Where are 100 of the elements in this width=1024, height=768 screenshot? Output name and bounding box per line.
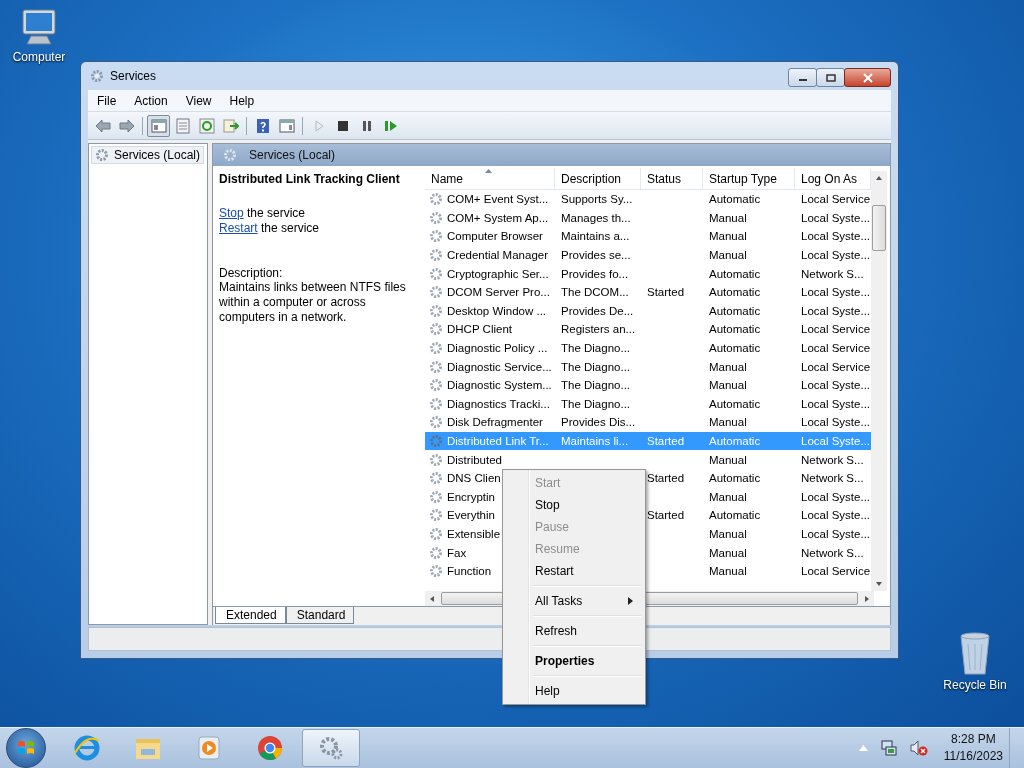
table-cell: Extensible [447,528,501,540]
browser-icon [72,733,102,763]
maximize-button[interactable] [816,68,845,87]
table-cell: Local Service [801,323,871,336]
view-tab[interactable]: Extended [215,607,286,624]
table-cell: Manual [709,565,747,578]
table-cell: DNS Clien [447,472,501,485]
table-cell: Diagnostics Tracki... [447,397,550,410]
right-arrow-icon [118,117,135,134]
table-cell: Fax [447,546,467,559]
table-cell: Started [647,286,685,299]
menu-item[interactable]: View [176,93,221,108]
menu-item[interactable]: File [88,93,126,108]
description-text: Maintains links between NTFS files within a computer or across computers in a network. [219,280,407,325]
service-action-link[interactable]: Stop [219,206,244,220]
gear-icon [429,378,443,393]
gear-icon [429,229,443,244]
gear-icon [90,69,104,83]
gear-icon [429,545,443,560]
table-cell: Automatic [709,397,761,410]
desktop-icon-label[interactable]: Computer [12,50,66,64]
menu-item[interactable]: Help [220,93,264,108]
table-cell: Provides Dis... [561,416,636,429]
menu-item[interactable]: Restart [505,560,643,582]
table-cell: Local Syste... [801,528,871,540]
gear-icon [223,148,237,162]
table-cell: Manual [709,360,747,373]
menu-item[interactable]: Action [125,93,177,108]
gear-icon [429,527,443,541]
network-icon[interactable] [879,739,898,757]
gear-icon [429,322,443,337]
column-header[interactable]: Name [425,168,555,189]
table-cell: Provides De... [561,304,634,317]
table-cell: Distributed [447,453,502,466]
table-cell: Encryptin [447,490,495,503]
table-cell: Local Syste... [801,230,871,243]
table-cell: Manual [709,230,747,243]
menu-item[interactable]: Properties [505,650,643,672]
vertical-scrollbar[interactable] [871,171,887,591]
table-cell: Automatic [709,435,761,447]
clock-time[interactable]: 8:28 PM [951,731,996,748]
table-cell: Manual [709,416,747,429]
console-tree-tool-button[interactable] [147,114,170,137]
maximize-icon [825,73,836,82]
table-cell: The Diagno... [561,397,631,410]
table-cell: Local Syste... [801,379,871,392]
column-header[interactable]: Startup Type [703,168,795,189]
table-cell: Local Syste... [801,509,871,522]
table-cell: Computer Browser [447,230,543,243]
table-cell: Function [447,565,492,578]
view-tab[interactable]: Standard [285,607,355,624]
refresh-icon [198,117,215,134]
export-icon [222,117,239,134]
service-action-link[interactable]: Restart [219,221,258,235]
start-button[interactable] [6,728,46,768]
table-cell: Diagnostic Policy ... [447,342,548,355]
gear-icon [429,285,443,300]
description-label: Description: [219,266,284,280]
clock-date[interactable]: 11/16/2023 [943,748,1003,765]
muted-speaker-icon[interactable] [909,739,928,757]
table-cell: Local Service [801,193,871,206]
scrollbar-thumb[interactable] [872,205,886,251]
table-cell: Local Syste... [801,304,871,317]
column-header[interactable]: Description [555,168,641,189]
table-cell: Automatic [709,472,761,485]
close-button[interactable] [844,68,891,87]
minimize-button[interactable] [788,68,817,87]
table-cell: Local Service [801,565,871,578]
table-cell: DCOM Server Pro... [447,286,550,299]
window-title: Services [110,69,156,83]
gear-icon [429,489,443,504]
desktop-icon-label[interactable]: Recycle Bin [943,678,1007,692]
table-cell: Manual [709,379,747,392]
browser-icon [255,733,285,763]
table-cell: Provides fo... [561,267,629,280]
table-cell: Manual [709,453,747,466]
table-cell: Provides se... [561,249,631,262]
table-cell: Started [647,435,685,447]
table-cell: Manages th... [561,211,631,224]
table-cell: Network S... [801,453,864,466]
table-cell: Diagnostic System... [447,379,552,392]
gear-taskbar-button[interactable] [302,729,360,767]
gear-icon [429,396,443,411]
table-cell: Local Syste... [801,397,871,410]
table-cell: COM+ System Ap... [447,211,549,224]
menu-item[interactable]: All Tasks [505,590,643,612]
table-cell: Network S... [801,546,864,559]
gear-icon [429,248,443,263]
service-title: Distributed Link Tracking Client [219,172,401,186]
tree-item[interactable]: Services (Local) [91,146,205,164]
table-cell: Network S... [801,472,864,485]
table-cell: Local Service [801,360,871,373]
table-cell: Cryptographic Ser... [447,267,549,280]
close-icon [861,72,874,83]
menu-item[interactable]: Stop [505,494,643,516]
menu-item[interactable]: Refresh [505,620,643,642]
gear-icon [95,148,109,162]
column-header[interactable]: Status [641,168,703,189]
menu-item[interactable]: Help [505,680,643,702]
table-cell: Credential Manager [447,249,548,262]
